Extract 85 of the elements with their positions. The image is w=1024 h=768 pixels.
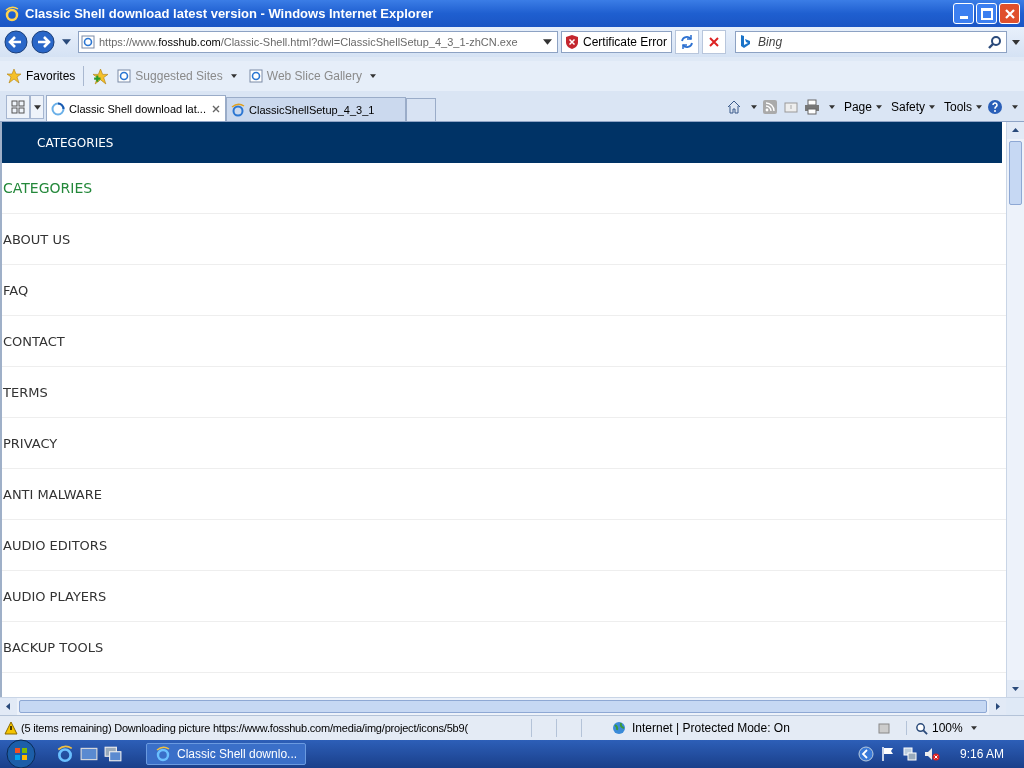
menu-link[interactable]: AUDIO PLAYERS <box>2 571 1006 622</box>
warning-icon <box>4 721 18 735</box>
header-link[interactable]: CATEGORIES <box>37 135 114 150</box>
menu-link[interactable]: CONTACT <box>2 316 1006 367</box>
menu-link[interactable]: BACKUP TOOLS <box>2 622 1006 673</box>
browser-logo-icon <box>4 5 20 22</box>
search-icon[interactable] <box>988 35 1002 49</box>
menu-link[interactable]: FAQ <box>2 265 1006 316</box>
menu-heading: CATEGORIES <box>2 163 1006 214</box>
star-icon <box>6 68 22 84</box>
browser-launch-icon[interactable] <box>56 745 74 763</box>
switch-windows-icon[interactable] <box>104 745 122 763</box>
scroll-right-icon[interactable] <box>989 698 1006 715</box>
minimize-button[interactable] <box>953 3 974 24</box>
search-options-icon[interactable] <box>1012 39 1020 45</box>
caret-icon <box>369 74 376 78</box>
caret-icon <box>929 105 935 109</box>
scroll-up-icon[interactable] <box>1007 122 1024 139</box>
caret-icon[interactable] <box>1012 105 1018 109</box>
status-message: (5 items remaining) Downloading picture https://www.fosshub.com/media/img/project/icons/5b9( <box>21 722 469 734</box>
caret-icon[interactable] <box>828 105 835 109</box>
browser-tab[interactable]: ClassicShellSetup_4_3_1 <box>226 97 406 121</box>
back-button[interactable] <box>4 30 28 54</box>
show-hidden-icons-button[interactable] <box>857 746 874 762</box>
flag-icon[interactable] <box>879 746 896 762</box>
scroll-thumb[interactable] <box>19 700 987 713</box>
quick-tabs-button[interactable] <box>6 95 30 119</box>
caret-icon[interactable] <box>750 105 757 109</box>
address-field[interactable]: https://www.fosshub.com/Classic-Shell.html?dwl=ClassicShellSetup_4_3_1-zhCN.exe <box>78 31 558 53</box>
history-dropdown-icon[interactable] <box>62 39 71 45</box>
menu-link[interactable]: ANTI MALWARE <box>2 469 1006 520</box>
restore-button[interactable] <box>976 3 997 24</box>
caret-icon <box>230 74 237 78</box>
stop-icon[interactable] <box>702 30 727 54</box>
help-icon[interactable] <box>987 99 1003 115</box>
globe-icon <box>612 721 626 735</box>
address-dropdown-icon[interactable] <box>540 39 555 45</box>
menu-link[interactable]: TERMS <box>2 367 1006 418</box>
page-icon <box>117 69 132 83</box>
caret-icon <box>33 104 41 110</box>
show-desktop-icon[interactable] <box>80 745 98 763</box>
horizontal-scrollbar[interactable] <box>0 697 1024 715</box>
command-menu[interactable]: Tools <box>944 100 982 114</box>
caret-icon <box>875 105 882 109</box>
scroll-thumb[interactable] <box>1009 141 1022 205</box>
taskbar-window-button[interactable]: Classic Shell downlo... <box>146 743 306 765</box>
command-menu[interactable]: Page <box>843 100 882 114</box>
caret-icon <box>970 726 977 730</box>
window-title: Classic Shell download latest version - Windows Internet Explorer <box>25 6 435 21</box>
zoom-level[interactable]: 100% <box>906 721 977 735</box>
menu-link[interactable]: AUDIO EDITORS <box>2 520 1006 571</box>
scroll-down-icon[interactable] <box>1007 680 1024 697</box>
browser-tab[interactable]: Classic Shell download lat... <box>46 95 226 121</box>
forward-button[interactable] <box>31 30 55 54</box>
menu-link[interactable]: PRIVACY <box>2 418 1006 469</box>
network-icon[interactable] <box>901 746 918 762</box>
page-icon <box>231 102 245 117</box>
search-field[interactable]: Bing <box>735 31 1007 53</box>
page-icon <box>81 35 95 49</box>
start-button[interactable] <box>6 739 36 768</box>
browser-logo-icon <box>155 746 171 762</box>
volume-muted-icon[interactable] <box>923 746 940 762</box>
add-favorite-icon[interactable] <box>92 67 110 85</box>
security-zone: Internet | Protected Mode: On <box>632 721 791 735</box>
print-icon[interactable] <box>803 99 820 115</box>
vertical-scrollbar[interactable] <box>1006 122 1024 697</box>
command-menu[interactable]: Safety <box>890 100 935 114</box>
home-icon[interactable] <box>725 99 742 115</box>
clock[interactable]: 9:16 AM <box>959 747 1004 761</box>
scroll-left-icon[interactable] <box>0 698 17 715</box>
shield-icon <box>566 35 578 49</box>
loading-icon <box>51 101 65 116</box>
refresh-icon[interactable] <box>675 30 700 54</box>
zoom-icon <box>915 721 928 735</box>
search-provider-icon <box>740 35 751 49</box>
tab-list-button[interactable] <box>30 95 44 119</box>
page-icon <box>248 69 263 83</box>
certificate-error-button[interactable]: Certificate Error <box>561 31 673 53</box>
close-button[interactable] <box>999 3 1020 24</box>
close-icon <box>1004 8 1015 19</box>
favorites-button[interactable]: Favorites <box>6 68 76 84</box>
caret-icon <box>976 105 982 109</box>
grid-icon <box>11 100 25 114</box>
menu-link[interactable]: ABOUT US <box>2 214 1006 265</box>
search-input[interactable]: Bing <box>756 34 982 50</box>
